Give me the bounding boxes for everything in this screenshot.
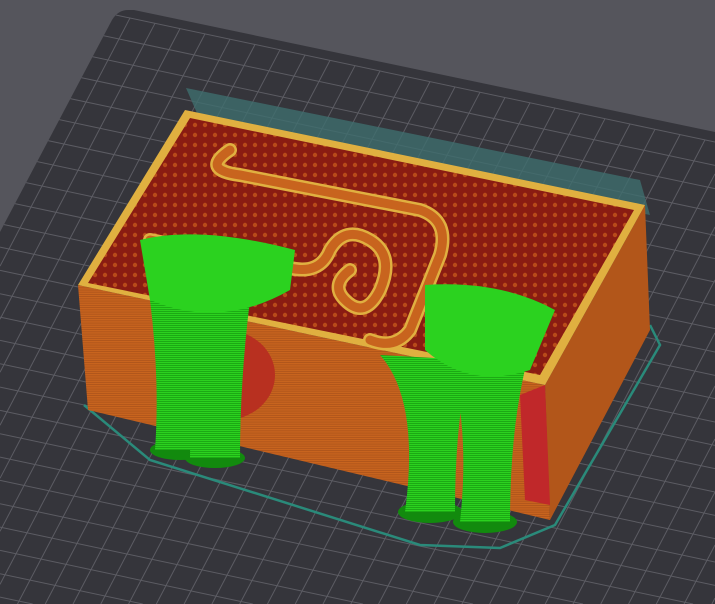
scene <box>0 0 715 604</box>
grid-line <box>0 10 29 55</box>
right-opening <box>520 385 550 505</box>
grid-line <box>0 0 1 1</box>
3d-preview-viewport[interactable] <box>0 0 715 604</box>
grid-line <box>0 10 56 108</box>
